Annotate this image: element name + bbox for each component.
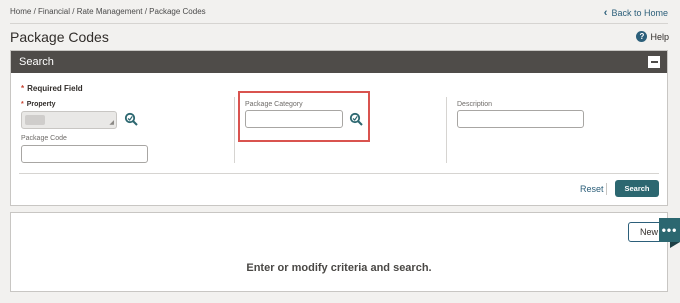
help-link[interactable]: ? Help — [636, 31, 669, 42]
property-value — [25, 115, 45, 125]
property-field[interactable]: ◢ — [21, 111, 117, 129]
collapse-icon[interactable] — [648, 56, 660, 68]
page-title: Package Codes — [10, 29, 109, 45]
property-label-text: Property — [26, 101, 56, 108]
resize-handle-icon: ◢ — [109, 120, 114, 126]
back-to-home-link[interactable]: ‹ Back to Home — [604, 7, 668, 19]
button-separator — [606, 183, 607, 195]
property-label: * Property — [21, 101, 56, 108]
required-field-label: Required Field — [27, 84, 83, 93]
description-field[interactable] — [457, 110, 584, 128]
search-panel: Search * Required Field * Property ◢ Packa… — [10, 50, 668, 206]
search-button[interactable]: Search — [615, 180, 659, 197]
breadcrumb[interactable]: Home / Financial / Rate Management / Pac… — [10, 7, 206, 16]
column-divider — [446, 97, 447, 163]
actions-divider — [19, 173, 659, 174]
required-star: * — [21, 84, 25, 93]
column-divider — [234, 97, 235, 163]
lookup-icon[interactable] — [124, 112, 138, 126]
help-icon: ? — [636, 31, 648, 42]
help-label: Help — [650, 31, 669, 42]
package-code-label: Package Code — [21, 135, 67, 142]
more-actions-tab-tail — [670, 242, 680, 248]
required-star: * — [21, 101, 24, 108]
search-panel-header: Search — [11, 51, 667, 73]
empty-results-message: Enter or modify criteria and search. — [246, 262, 432, 274]
chevron-left-icon: ‹ — [603, 7, 608, 19]
package-code-field[interactable] — [21, 145, 148, 163]
reset-button[interactable]: Reset — [580, 184, 604, 194]
required-field-note: * Required Field — [21, 84, 83, 93]
header-divider — [10, 23, 668, 24]
more-actions-button[interactable]: ••• — [659, 218, 680, 242]
package-category-highlight — [238, 91, 370, 142]
back-to-home-label: Back to Home — [611, 8, 668, 18]
results-panel: New Enter or modify criteria and search. — [10, 212, 670, 292]
description-label: Description — [457, 101, 493, 108]
search-panel-title: Search — [19, 56, 54, 68]
